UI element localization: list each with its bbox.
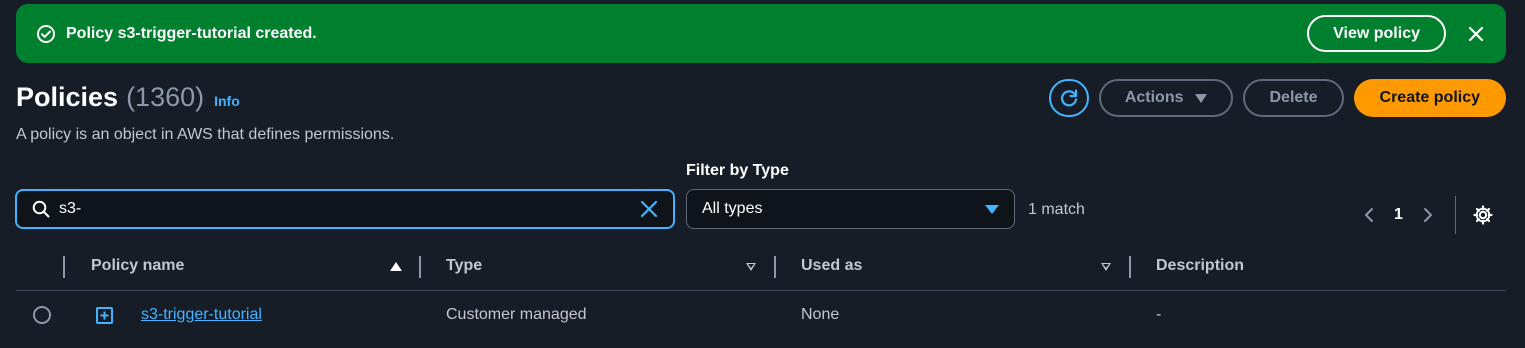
policy-description: - — [1156, 306, 1162, 323]
expand-icon[interactable] — [96, 307, 113, 324]
chevron-right-icon[interactable] — [1419, 203, 1437, 227]
header-actions: Actions Delete Create policy — [1048, 79, 1506, 117]
column-divider[interactable] — [1129, 256, 1131, 278]
column-divider[interactable] — [774, 256, 776, 278]
check-circle-icon — [36, 24, 56, 44]
page-description: A policy is an object in AWS that define… — [16, 126, 395, 143]
column-header-type[interactable]: Type — [446, 257, 482, 275]
caret-down-icon — [985, 204, 999, 214]
clear-icon[interactable] — [639, 199, 659, 219]
column-divider — [63, 256, 65, 278]
caret-down-icon — [1195, 93, 1208, 103]
table-row: s3-trigger-tutorial Customer managed Non… — [16, 292, 1506, 338]
column-header-description[interactable]: Description — [1156, 257, 1244, 275]
success-flash-banner: Policy s3-trigger-tutorial created. View… — [16, 4, 1506, 63]
table-header: Policy name Type Used as Description — [16, 245, 1506, 291]
type-filter-value: All types — [702, 200, 763, 217]
column-header-used-as[interactable]: Used as — [801, 257, 862, 275]
policy-type: Customer managed — [446, 306, 587, 323]
search-icon — [31, 199, 51, 219]
match-count: 1 match — [1028, 201, 1085, 218]
close-icon[interactable] — [1466, 24, 1486, 44]
actions-dropdown-button[interactable]: Actions — [1098, 79, 1234, 117]
refresh-button[interactable] — [1048, 79, 1089, 117]
column-divider[interactable] — [419, 256, 421, 278]
info-link[interactable]: Info — [214, 93, 240, 109]
view-policy-button[interactable]: View policy — [1307, 15, 1446, 52]
row-select-radio[interactable] — [33, 306, 51, 324]
current-page[interactable]: 1 — [1394, 206, 1403, 224]
column-header-policy-name[interactable]: Policy name — [91, 257, 184, 275]
policy-name-link[interactable]: s3-trigger-tutorial — [141, 306, 262, 324]
policy-count: (1360) — [126, 82, 205, 112]
refresh-icon — [1058, 87, 1080, 109]
page-title: Policies — [16, 82, 119, 112]
filter-type-label: Filter by Type — [686, 162, 789, 179]
type-filter-select[interactable]: All types — [686, 189, 1015, 229]
search-value: s3- — [59, 200, 82, 217]
sort-descending-icon[interactable] — [746, 263, 756, 271]
delete-button[interactable]: Delete — [1243, 79, 1344, 117]
actions-label: Actions — [1124, 89, 1184, 106]
policy-used-as: None — [801, 306, 840, 323]
sort-ascending-icon[interactable] — [390, 262, 402, 271]
gear-icon[interactable] — [1472, 204, 1494, 226]
page-header: Policies (1360) Info — [16, 82, 240, 113]
pagination: 1 — [1360, 196, 1494, 234]
flash-message: Policy s3-trigger-tutorial created. — [66, 24, 317, 42]
create-policy-button[interactable]: Create policy — [1353, 79, 1506, 117]
chevron-left-icon[interactable] — [1360, 203, 1378, 227]
pager-divider — [1454, 196, 1456, 234]
search-input[interactable]: s3- — [15, 189, 675, 229]
sort-descending-icon[interactable] — [1101, 263, 1111, 271]
